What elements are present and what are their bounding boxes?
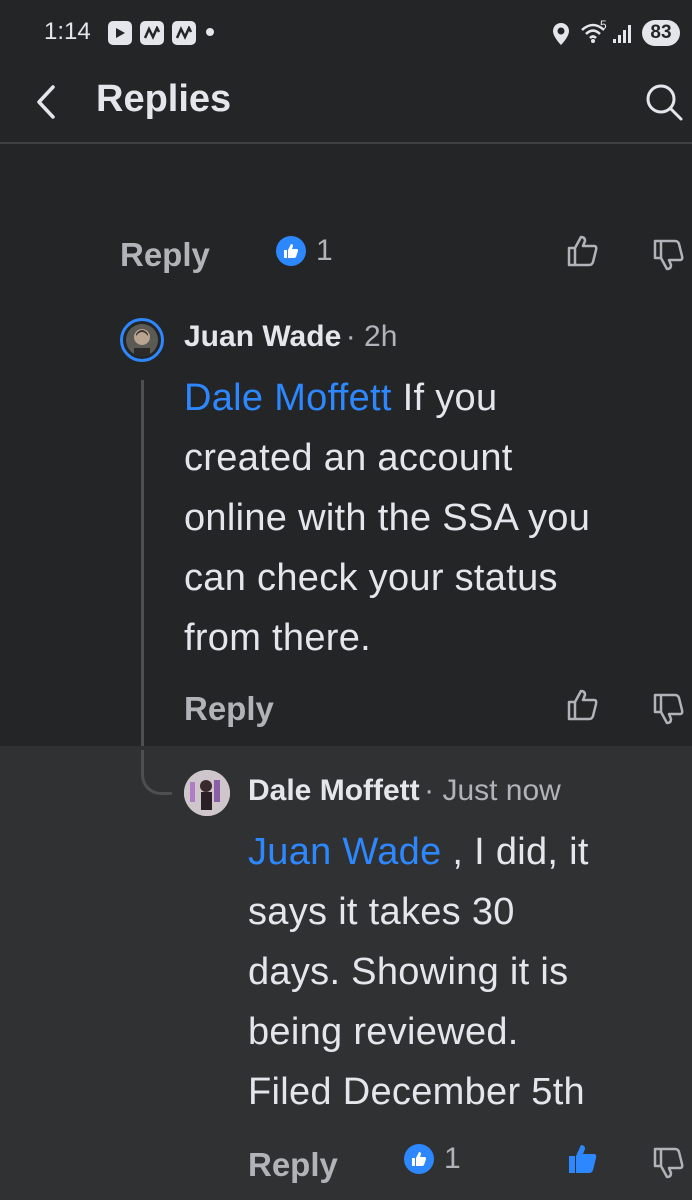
like-count: 1 xyxy=(444,1142,461,1175)
status-time: 1:14 xyxy=(44,18,91,45)
mention-link[interactable]: Juan Wade xyxy=(248,831,442,873)
comment-line: can check your status xyxy=(184,557,558,599)
location-icon xyxy=(553,23,569,45)
signal-icon xyxy=(613,25,631,43)
reply-button[interactable]: Reply xyxy=(120,236,210,274)
like-icon-active[interactable] xyxy=(566,1142,600,1176)
app-notification-icon xyxy=(140,21,164,45)
comment-body: Juan Wade , I did, it says it takes 30 d… xyxy=(248,822,589,1122)
dislike-icon[interactable] xyxy=(652,238,686,272)
like-icon[interactable] xyxy=(566,688,600,722)
comment-body: Dale Moffett If you created an account o… xyxy=(184,368,590,668)
app-notification-icon xyxy=(172,21,196,45)
comment-author[interactable]: Dale Moffett xyxy=(248,774,420,807)
comment-line: , I did, it xyxy=(452,831,589,873)
back-arrow-icon[interactable] xyxy=(34,84,58,120)
comment-time: · 2h xyxy=(345,320,398,353)
comment-header: Dale Moffett · Just now xyxy=(248,774,561,808)
thread-line xyxy=(141,380,144,758)
like-reaction-icon xyxy=(404,1144,434,1174)
youtube-icon xyxy=(108,21,132,45)
mention-link[interactable]: Dale Moffett xyxy=(184,377,392,419)
page-title: Replies xyxy=(96,78,232,120)
thread-connector xyxy=(141,750,172,795)
comment-line: being reviewed. xyxy=(248,1011,519,1053)
comment-header: Juan Wade · 2h xyxy=(184,320,397,354)
search-icon[interactable] xyxy=(644,82,684,122)
like-count: 1 xyxy=(316,234,333,267)
comment-time: · Just now xyxy=(424,774,561,807)
comment-line: days. Showing it is xyxy=(248,951,569,993)
dislike-icon[interactable] xyxy=(652,692,686,726)
comment-line: created an account xyxy=(184,437,513,479)
reply-button[interactable]: Reply xyxy=(248,1146,338,1184)
comment-line: says it takes 30 xyxy=(248,891,515,933)
like-reaction-icon xyxy=(276,236,306,266)
header-divider xyxy=(0,142,692,144)
dislike-icon[interactable] xyxy=(652,1146,686,1180)
network-type-label: 5 xyxy=(600,18,607,32)
comment-line: from there. xyxy=(184,617,372,659)
comment-line: online with the SSA you xyxy=(184,497,591,539)
battery-indicator: 83 xyxy=(642,20,680,46)
comment-author[interactable]: Juan Wade xyxy=(184,320,341,353)
avatar[interactable] xyxy=(184,770,230,816)
avatar-ring xyxy=(120,318,164,362)
avatar[interactable] xyxy=(126,324,158,356)
comment-line: If you xyxy=(402,377,498,419)
reply-button[interactable]: Reply xyxy=(184,690,274,728)
comment-line: Filed December 5th xyxy=(248,1071,585,1113)
like-icon[interactable] xyxy=(566,234,600,268)
notification-dot-icon xyxy=(206,28,214,36)
